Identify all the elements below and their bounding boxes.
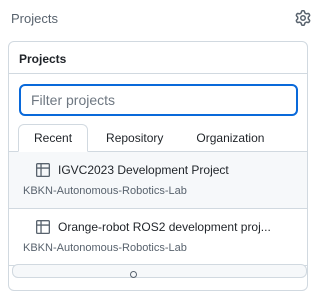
panel-title: Projects [9, 42, 307, 74]
project-name: IGVC2023 Development Project [58, 163, 229, 177]
tab-repository[interactable]: Repository [91, 124, 178, 152]
partially-visible-footer-button[interactable] [12, 264, 307, 278]
filter-container [9, 74, 307, 116]
list-item[interactable]: Orange-robot ROS2 development proj... KB… [9, 209, 307, 266]
projects-section-title: Projects [11, 10, 58, 26]
filter-projects-input[interactable] [19, 84, 298, 116]
projects-dropdown-panel: Projects Recent Repository Organization … [8, 41, 308, 291]
tab-organization[interactable]: Organization [181, 124, 279, 152]
table-icon [36, 220, 50, 234]
list-item[interactable]: IGVC2023 Development Project KBKN-Autono… [9, 152, 307, 209]
projects-section-header: Projects [11, 0, 311, 36]
project-owner: KBKN-Autonomous-Robotics-Lab [23, 242, 187, 254]
tab-recent[interactable]: Recent [18, 124, 89, 152]
project-tabs: Recent Repository Organization [9, 124, 307, 152]
project-owner: KBKN-Autonomous-Robotics-Lab [23, 185, 187, 197]
project-list: IGVC2023 Development Project KBKN-Autono… [9, 152, 307, 266]
table-icon [36, 163, 50, 177]
gear-icon[interactable] [295, 10, 311, 26]
project-name: Orange-robot ROS2 development proj... [58, 220, 271, 234]
